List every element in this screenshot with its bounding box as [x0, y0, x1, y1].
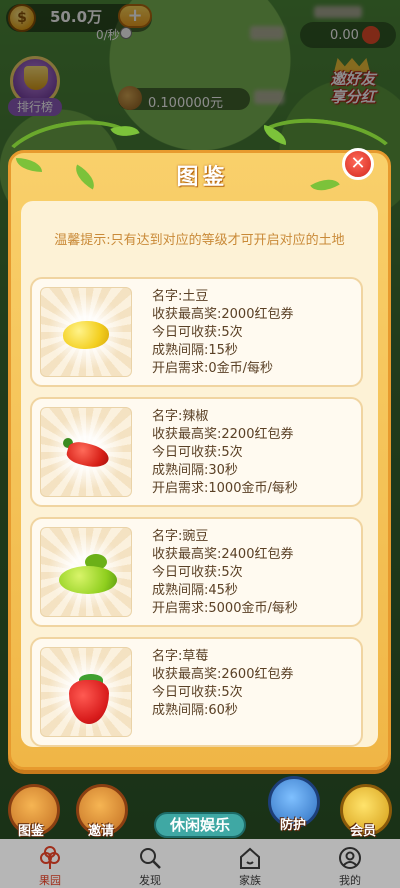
member-label[interactable]: 会员: [350, 820, 376, 839]
crop-card-chili: 名字:辣椒 收获最高奖:2200红包券 今日可收获:5次 成熟间隔:30秒 开启…: [30, 397, 363, 507]
crop-unlock-requirement: 开启需求:1000金币/每秒: [152, 481, 298, 496]
leisure-button[interactable]: 休闲娱乐: [154, 812, 246, 838]
crop-daily-harvests: 今日可收获:5次: [152, 685, 243, 700]
warm-tip: 温馨提示:只有达到对应的等级才可开启对应的土地: [54, 233, 345, 248]
invite-label[interactable]: 邀请: [88, 820, 114, 839]
home-icon: [240, 847, 260, 869]
crop-interval: 成熟间隔:15秒: [152, 343, 238, 358]
tab-label: 我的: [339, 874, 361, 887]
chili-pepper-icon: [64, 438, 112, 472]
crop-unlock-requirement: 开启需求:0金币/每秒: [152, 361, 274, 376]
crop-card-pea: 名字:豌豆 收获最高奖:2400红包券 今日可收获:5次 成熟间隔:45秒 开启…: [30, 517, 363, 627]
crop-name: 名字:土豆: [152, 289, 209, 304]
strawberry-icon: [69, 680, 109, 724]
pea-icon: [59, 566, 117, 594]
tab-orchard[interactable]: 果园: [0, 839, 100, 888]
tab-family[interactable]: 家族: [200, 839, 300, 888]
tab-discover[interactable]: 发现: [100, 839, 200, 888]
crop-name: 名字:辣椒: [152, 409, 209, 424]
tab-label: 发现: [139, 874, 161, 887]
crop-card-strawberry: 名字:草莓 收获最高奖:2600红包券 今日可收获:5次 成熟间隔:60秒: [30, 637, 363, 747]
crop-max-reward: 收获最高奖:2200红包券: [152, 427, 294, 442]
close-button[interactable]: ✕: [342, 148, 374, 180]
crop-max-reward: 收获最高奖:2000红包券: [152, 307, 294, 322]
crop-card-potato: 名字:土豆 收获最高奖:2000红包券 今日可收获:5次 成熟间隔:15秒 开启…: [30, 277, 363, 387]
crop-daily-harvests: 今日可收获:5次: [152, 325, 243, 340]
orchard-icon: [40, 846, 60, 869]
tab-label: 果园: [39, 874, 61, 887]
crop-daily-harvests: 今日可收获:5次: [152, 565, 243, 580]
crop-thumbnail: [40, 647, 132, 737]
crop-interval: 成熟间隔:60秒: [152, 703, 238, 718]
crop-thumbnail: [40, 407, 132, 497]
profile-icon: [339, 847, 361, 869]
tab-mine[interactable]: 我的: [300, 839, 400, 888]
crop-name: 名字:豌豆: [152, 529, 209, 544]
crop-interval: 成熟间隔:30秒: [152, 463, 238, 478]
bottom-tab-bar: 果园 发现 家族 我的: [0, 839, 400, 888]
handbook-content[interactable]: 温馨提示:只有达到对应的等级才可开启对应的土地 名字:土豆 收获最高奖:2000…: [21, 201, 378, 747]
crop-name: 名字:草莓: [152, 649, 209, 664]
crop-interval: 成熟间隔:45秒: [152, 583, 238, 598]
protect-label[interactable]: 防护: [280, 814, 306, 833]
crop-unlock-requirement: 开启需求:5000金币/每秒: [152, 601, 298, 616]
crop-max-reward: 收获最高奖:2600红包券: [152, 667, 294, 682]
search-icon: [140, 848, 161, 869]
potato-icon: [63, 321, 109, 349]
crop-daily-harvests: 今日可收获:5次: [152, 445, 243, 460]
crop-thumbnail: [40, 527, 132, 617]
crop-max-reward: 收获最高奖:2400红包券: [152, 547, 294, 562]
handbook-label[interactable]: 图鉴: [18, 820, 44, 839]
crop-thumbnail: [40, 287, 132, 377]
tab-label: 家族: [239, 874, 261, 887]
